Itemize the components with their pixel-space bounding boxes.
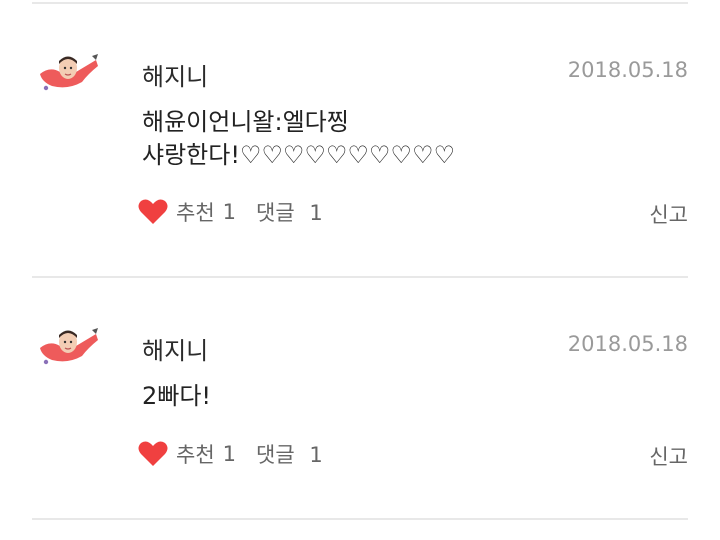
comment-text-line: 샤랑한다!♡♡♡♡♡♡♡♡♡♡	[142, 141, 456, 169]
comment-date: 2018.05.18	[567, 58, 688, 82]
reply-count: 1	[309, 201, 323, 225]
recommend-label: 추천	[176, 201, 215, 225]
reply-button[interactable]: 댓글 1	[256, 197, 323, 227]
reply-button[interactable]: 댓글 1	[256, 439, 323, 469]
reply-label: 댓글	[256, 443, 295, 467]
avatar[interactable]	[38, 52, 100, 94]
comment-author[interactable]: 해지니	[142, 57, 208, 92]
comment-divider	[32, 276, 688, 278]
avatar-sticker-icon	[40, 328, 98, 365]
heart-icon	[138, 441, 168, 466]
avatar[interactable]	[38, 326, 100, 368]
recommend-label: 추천	[176, 443, 215, 467]
comment-actions: 추천 1 댓글 1	[138, 439, 323, 469]
comment-text-line: 2빠다!	[142, 382, 212, 410]
reply-label: 댓글	[256, 201, 295, 225]
recommend-button[interactable]: 추천 1	[138, 439, 236, 469]
comment-text-line: 해윤이언니왈:엘다찡	[142, 108, 349, 136]
top-divider	[32, 2, 688, 4]
comment-date: 2018.05.18	[567, 332, 688, 356]
report-button[interactable]: 신고	[649, 199, 688, 229]
reply-count: 1	[309, 443, 323, 467]
recommend-count: 1	[222, 200, 237, 224]
heart-icon	[138, 199, 168, 224]
recommend-count: 1	[222, 442, 237, 466]
recommend-button[interactable]: 추천 1	[138, 197, 236, 227]
comment-author[interactable]: 해지니	[142, 331, 208, 366]
comment-actions: 추천 1 댓글 1	[138, 197, 323, 227]
report-button[interactable]: 신고	[649, 441, 688, 471]
comment-divider	[32, 518, 688, 520]
avatar-sticker-icon	[40, 54, 98, 91]
